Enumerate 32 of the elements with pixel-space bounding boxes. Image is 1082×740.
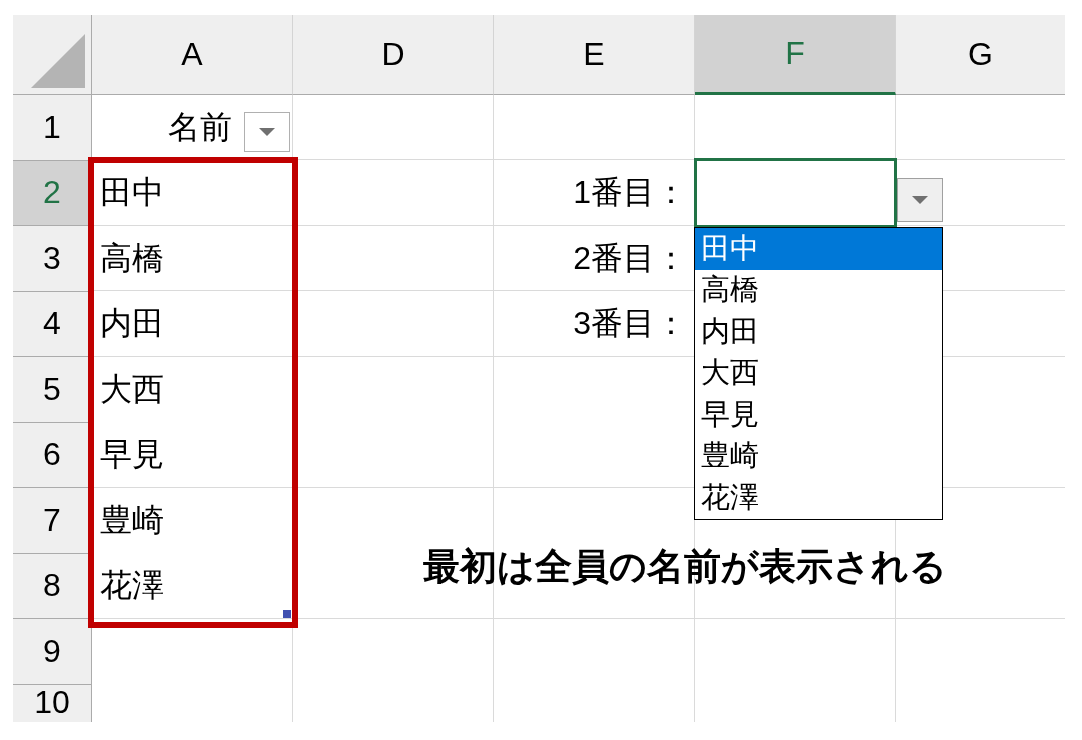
dropdown-button[interactable] [897,178,943,222]
table-cell-text: 1番目： [573,173,687,213]
dropdown-option[interactable]: 花澤 [695,477,942,519]
row-header[interactable]: 9 [13,619,92,685]
column-header[interactable]: D [293,15,494,95]
table-cell-text: 内田 [100,304,164,344]
annotation-text: 最初は全員の名前が表示される [423,545,947,589]
column-header[interactable]: A [92,15,293,95]
dropdown-option[interactable]: 豊崎 [695,435,942,477]
table-cell-text: 大西 [100,369,164,409]
caret-icon [912,196,928,204]
table-cell-text: 花澤 [100,566,164,606]
fill-handle[interactable] [283,610,291,618]
dropdown-option[interactable]: 早見 [695,394,942,436]
dropdown-option[interactable]: 田中 [695,228,942,270]
table-cell-text: 田中 [100,173,164,213]
dropdown-option[interactable]: 大西 [695,352,942,394]
table-cell-text: 3番目： [573,304,687,344]
table-cell-text: 2番目： [573,238,687,278]
column-header[interactable]: G [896,15,1065,95]
table-cell-text: 高橋 [100,238,164,278]
table-cell-text: 早見 [100,435,164,475]
row-header[interactable]: 1 [13,95,92,161]
row-header[interactable]: 10 [13,684,92,722]
table-cell-text: 名前 [168,107,232,147]
dropdown-option[interactable]: 内田 [695,311,942,353]
table-cell-text: 豊崎 [100,500,164,540]
column-header[interactable]: E [494,15,695,95]
filter-button[interactable] [244,111,290,152]
column-header[interactable]: F [695,15,896,95]
caret-icon [259,127,275,136]
dropdown-option[interactable]: 高橋 [695,269,942,311]
